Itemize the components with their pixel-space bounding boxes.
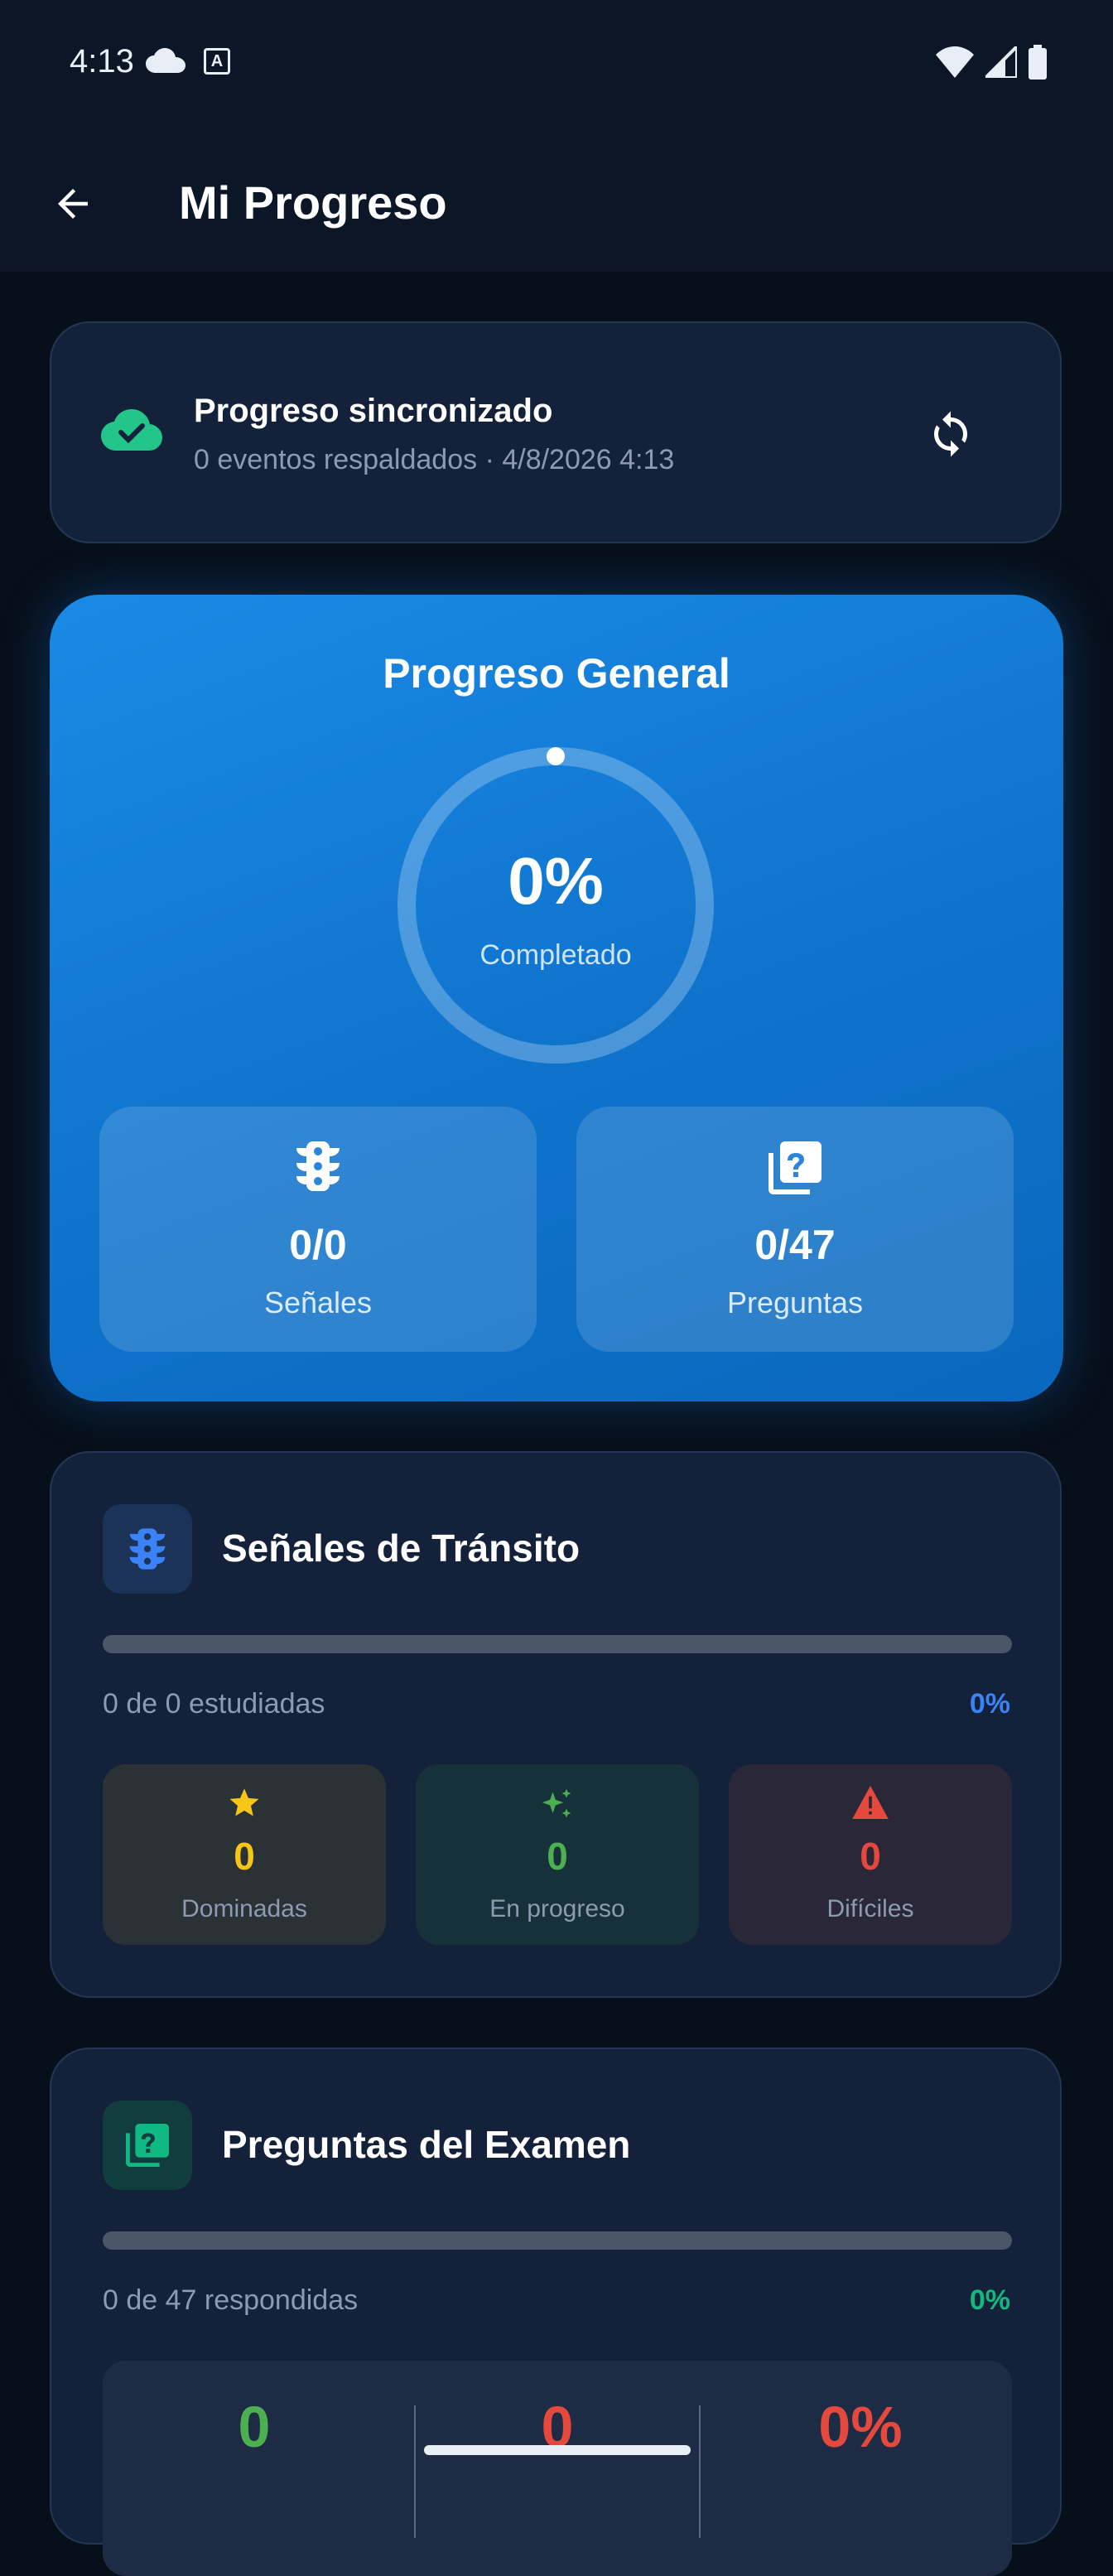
sync-status-card: Progreso sincronizado 0 eventos respalda… — [50, 321, 1062, 543]
in-progress-value: 0 — [547, 1835, 568, 1878]
battery-icon — [1029, 45, 1047, 84]
progress-bar — [103, 2231, 1012, 2250]
difficult-label: Difíciles — [826, 1895, 914, 1922]
status-time: 4:13 — [70, 43, 134, 80]
in-progress-label: En progreso — [489, 1895, 625, 1922]
mastered-value: 0 — [234, 1835, 255, 1878]
home-indicator[interactable] — [424, 2445, 691, 2455]
star-icon — [103, 1786, 386, 1819]
completed-label: Completado — [479, 939, 632, 971]
quiz-icon — [576, 1141, 1014, 1194]
traffic-signals-card[interactable]: Señales de Tránsito 0 de 0 estudiadas 0%… — [50, 1451, 1062, 1998]
progress-bar — [103, 1635, 1012, 1653]
signals-label: Señales — [263, 1286, 373, 1319]
accuracy-value: 0% — [818, 2395, 903, 2459]
section-icon-box — [103, 1504, 192, 1594]
cloud-icon — [146, 48, 186, 77]
questions-stat-box: 0/47 Preguntas — [576, 1107, 1014, 1352]
mastered-stat: 0 Dominadas — [103, 1764, 386, 1945]
divider — [699, 2405, 701, 2538]
signals-stat-box: 0/0 Señales — [99, 1107, 537, 1352]
signal-icon — [981, 42, 1019, 82]
general-title: Progreso General — [383, 650, 730, 697]
section-title: Preguntas del Examen — [222, 2123, 631, 2166]
warning-icon — [729, 1786, 1012, 1819]
general-progress-card: Progreso General 0% Completado 0/0 Señal… — [50, 595, 1063, 1401]
overall-percent: 0% — [508, 844, 604, 918]
in-progress-stat: 0 En progreso — [416, 1764, 699, 1945]
difficult-value: 0 — [860, 1835, 881, 1878]
section-icon-box — [103, 2101, 192, 2190]
questions-label: Preguntas — [726, 1286, 864, 1319]
section-title: Señales de Tránsito — [222, 1527, 581, 1570]
signals-value: 0/0 — [289, 1222, 347, 1268]
mastered-label: Dominadas — [181, 1895, 307, 1922]
sync-button[interactable] — [918, 401, 984, 467]
app-bar: Mi Progreso — [0, 133, 1113, 272]
exam-stats-panel: 0 0 0% — [103, 2361, 1012, 2576]
wifi-icon — [936, 46, 974, 82]
sync-subtitle: 0 eventos respaldados · 4/8/2026 4:13 — [194, 444, 675, 475]
sync-title: Progreso sincronizado — [194, 393, 553, 429]
back-button[interactable] — [43, 174, 103, 234]
keyboard-icon: A — [204, 48, 230, 75]
difficult-stat: 0 Difíciles — [729, 1764, 1012, 1945]
status-bar: 4:13 A — [0, 0, 1113, 133]
progress-percent: 0% — [969, 2284, 1010, 2316]
correct-value: 0 — [238, 2395, 271, 2459]
sparkle-icon — [416, 1786, 699, 1822]
progress-text: 0 de 47 respondidas — [103, 2284, 359, 2316]
arrow-left-icon — [58, 189, 88, 219]
questions-value: 0/47 — [754, 1222, 836, 1268]
sync-icon — [934, 411, 967, 457]
traffic-light-icon — [129, 1528, 166, 1570]
progress-percent: 0% — [969, 1688, 1010, 1720]
progress-text: 0 de 0 estudiadas — [103, 1688, 325, 1720]
exam-questions-card[interactable]: Preguntas del Examen 0 de 47 respondidas… — [50, 2048, 1062, 2576]
page-title: Mi Progreso — [179, 176, 447, 229]
quiz-icon — [126, 2124, 169, 2167]
cloud-done-icon — [101, 409, 162, 455]
traffic-light-icon — [99, 1141, 537, 1191]
